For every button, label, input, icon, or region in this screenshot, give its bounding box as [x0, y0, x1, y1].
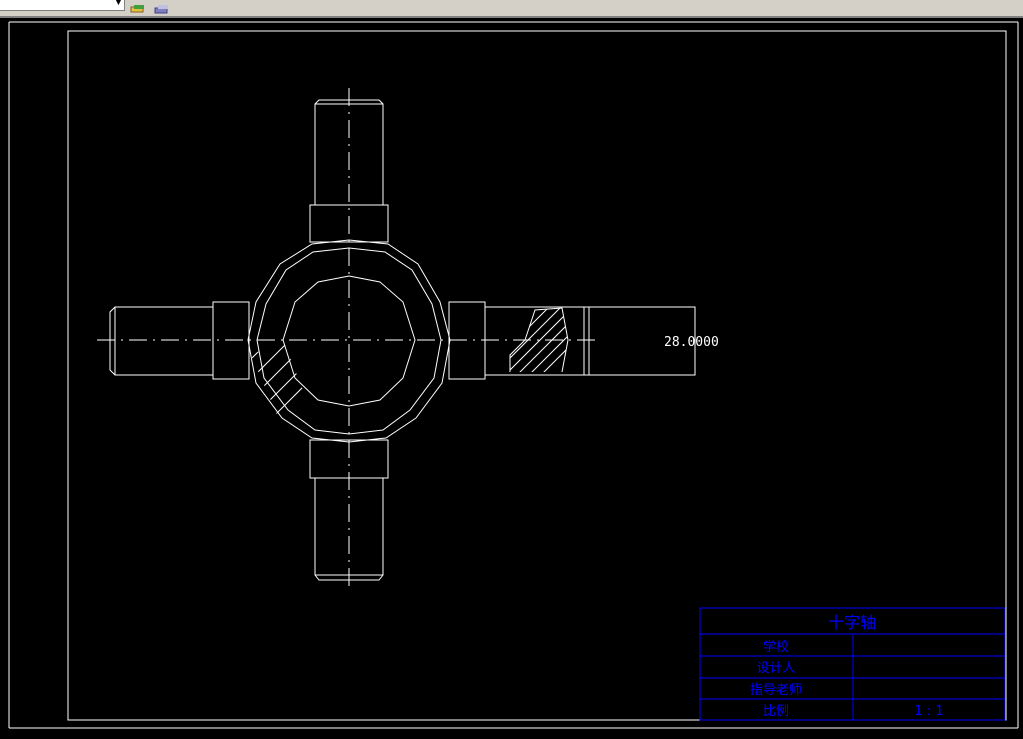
cad-drawing[interactable]: 28.0000 十字轴 学校 设计人 指导老师 比例 1 : 1 [0, 0, 1023, 739]
title-block-label-school: 学校 [763, 639, 789, 655]
dimension-text: 28.0000 [664, 335, 719, 350]
title-block: 十字轴 学校 设计人 指导老师 比例 1 : 1 [699, 607, 1006, 721]
title-block-value-scale: 1 : 1 [914, 704, 943, 719]
title-block-title: 十字轴 [828, 613, 876, 632]
title-block-label-scale: 比例 [763, 704, 789, 719]
left-journal [109, 306, 213, 376]
hatch-left [251, 340, 305, 417]
title-block-label-designer: 设计人 [756, 661, 795, 676]
title-block-label-advisor: 指导老师 [750, 683, 802, 698]
